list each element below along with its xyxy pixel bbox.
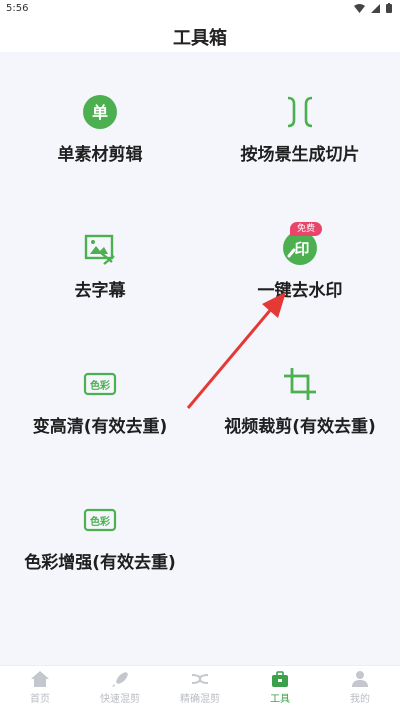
- tool-label: 一键去水印: [257, 281, 343, 301]
- remove-subtitle-icon: [84, 234, 115, 265]
- crop-icon: [284, 368, 316, 400]
- color-enhance-icon: 色彩: [83, 508, 117, 532]
- tool-remove-subtitle[interactable]: 去字幕: [0, 228, 200, 301]
- title-bar: 工具箱: [0, 18, 400, 52]
- svg-text:印: 印: [294, 240, 309, 258]
- home-icon: [31, 671, 49, 687]
- tool-label: 变高清(有效去重): [32, 417, 168, 437]
- tab-label: 我的: [350, 694, 370, 705]
- status-icons: [354, 3, 392, 13]
- tool-remove-watermark[interactable]: 印 一键去水印: [200, 228, 400, 301]
- toolbox-icon: [272, 671, 288, 687]
- tab-label: 精确混剪: [180, 694, 220, 705]
- status-bar: 5:56: [0, 0, 400, 18]
- single-clip-icon: 单: [83, 95, 117, 129]
- bottom-tab-bar: 首页 快速混剪 精确混剪 工具 我的: [0, 665, 400, 711]
- svg-text:单: 单: [92, 103, 108, 122]
- page-title: 工具箱: [173, 28, 227, 49]
- tool-color-enhance[interactable]: 色彩 色彩增强(有效去重): [0, 500, 200, 573]
- tab-quick-mix[interactable]: 快速混剪: [80, 670, 160, 705]
- battery-icon: [386, 3, 392, 13]
- tool-crop[interactable]: 视频裁剪(有效去重): [200, 364, 400, 437]
- tab-label: 工具: [270, 694, 290, 705]
- tool-label: 视频裁剪(有效去重): [224, 417, 376, 437]
- tab-label: 首页: [30, 694, 50, 705]
- tab-tools[interactable]: 工具: [240, 670, 320, 705]
- tab-mine[interactable]: 我的: [320, 670, 400, 705]
- tab-label: 快速混剪: [100, 694, 140, 705]
- tab-precise-mix[interactable]: 精确混剪: [160, 670, 240, 705]
- tool-label: 色彩增强(有效去重): [24, 553, 176, 573]
- wifi-icon: [354, 3, 365, 13]
- shuffle-icon: [191, 674, 209, 684]
- scene-split-icon: [287, 96, 313, 128]
- tool-label: 去字幕: [74, 281, 126, 301]
- svg-text:色彩: 色彩: [90, 515, 110, 528]
- tool-hd-enhance[interactable]: 色彩 变高清(有效去重): [0, 364, 200, 437]
- free-badge: 免费: [290, 222, 322, 236]
- user-icon: [352, 671, 368, 687]
- tool-label: 单素材剪辑: [57, 145, 143, 165]
- tool-single-clip[interactable]: 单 单素材剪辑: [0, 92, 200, 165]
- tool-label: 按场景生成切片: [240, 145, 360, 165]
- svg-text:色彩: 色彩: [90, 379, 110, 392]
- tab-home[interactable]: 首页: [0, 670, 80, 705]
- signal-icon: [371, 3, 380, 13]
- tool-scene-split[interactable]: 按场景生成切片: [200, 92, 400, 165]
- hd-enhance-icon: 色彩: [83, 372, 117, 396]
- status-time: 5:56: [6, 3, 29, 14]
- rocket-icon: [112, 672, 128, 687]
